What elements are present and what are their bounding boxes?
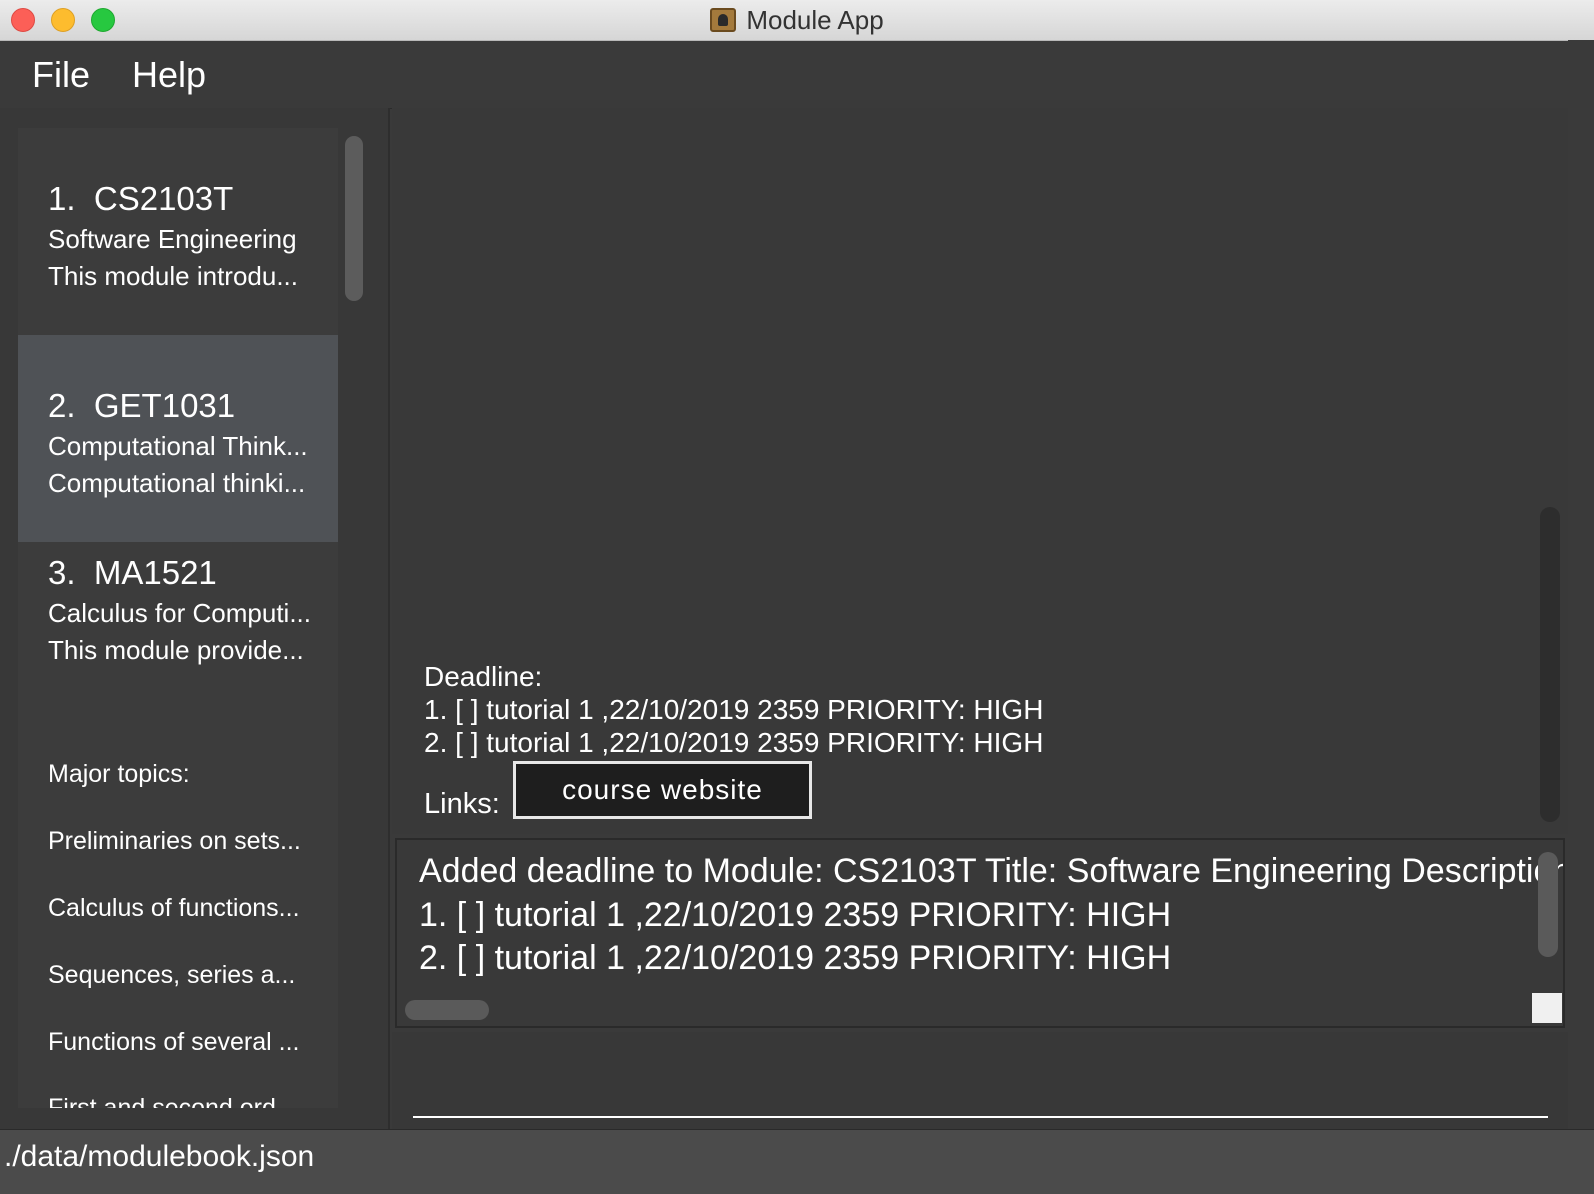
module-index: 2. [48,387,76,424]
module-description: This module introdu... [48,261,299,291]
topics-heading: Major topics: [48,760,190,788]
app-icon [710,8,737,32]
module-list-scrollbar[interactable] [345,136,363,301]
module-detail-panel: Deadline: 1. [ ] tutorial 1 ,22/10/2019 … [392,108,1568,834]
menu-help[interactable]: Help [132,54,206,96]
detail-scrollbar[interactable] [1540,507,1560,822]
result-line: Added deadline to Module: CS2103T Title:… [419,852,1565,890]
module-description: This module provide... [48,635,304,665]
module-code: MA1521 [93,554,217,591]
module-title: Computational Think... [48,431,308,461]
menu-bar: File Help [0,41,1594,109]
module-card-header: 3. MA1521 [48,554,338,592]
topic-item: Sequences, series a... [48,961,296,989]
deadline-label: Deadline: [424,661,543,692]
save-file-path: ./data/modulebook.json [4,1140,315,1173]
module-list-panel: 1. CS2103T Software Engineering This mod… [0,108,390,1129]
module-title: Software Engineering [48,224,297,254]
window-title: Module App [746,4,884,35]
module-list[interactable]: 1. CS2103T Software Engineering This mod… [18,128,338,1108]
links-label: Links: [424,788,500,820]
module-card-header: 2. GET1031 [48,387,338,425]
scroll-corner [1532,993,1562,1023]
status-bar: ./data/modulebook.json [0,1129,1594,1194]
deadline-item: 2. [ ] tutorial 1 ,22/10/2019 2359 PRIOR… [424,727,1044,758]
result-line: 1. [ ] tutorial 1 ,22/10/2019 2359 PRIOR… [419,896,1172,934]
module-code: GET1031 [93,387,236,424]
topic-item: Preliminaries on sets... [48,827,301,855]
module-code: CS2103T [93,180,234,217]
result-display: Added deadline to Module: CS2103T Title:… [395,838,1565,1028]
topic-item: Calculus of functions... [48,894,300,922]
module-card-3[interactable]: 3. MA1521 Calculus for Computi... This m… [18,542,338,742]
module-index: 1. [48,180,76,217]
title-bar: Module App [0,0,1594,41]
menu-file[interactable]: File [32,54,90,96]
command-input[interactable] [413,1082,1548,1118]
module-title: Calculus for Computi... [48,598,311,628]
result-horizontal-scrollbar[interactable] [405,1000,489,1020]
module-card-2[interactable]: 2. GET1031 Computational Think... Comput… [18,335,338,542]
right-edge-filler [1568,40,1594,1129]
course-website-button[interactable]: course website [513,761,812,819]
topic-item: Functions of several ... [48,1028,300,1056]
deadline-item: 1. [ ] tutorial 1 ,22/10/2019 2359 PRIOR… [424,694,1044,725]
result-line: 2. [ ] tutorial 1 ,22/10/2019 2359 PRIOR… [419,939,1172,977]
module-description: Computational thinki... [48,468,306,498]
module-index: 3. [48,554,76,591]
topic-item: First and second ord... [48,1094,297,1108]
module-card-1[interactable]: 1. CS2103T Software Engineering This mod… [18,128,338,335]
result-vertical-scrollbar[interactable] [1538,852,1558,957]
window-title-group: Module App [0,0,1594,40]
module-card-header: 1. CS2103T [48,180,338,218]
